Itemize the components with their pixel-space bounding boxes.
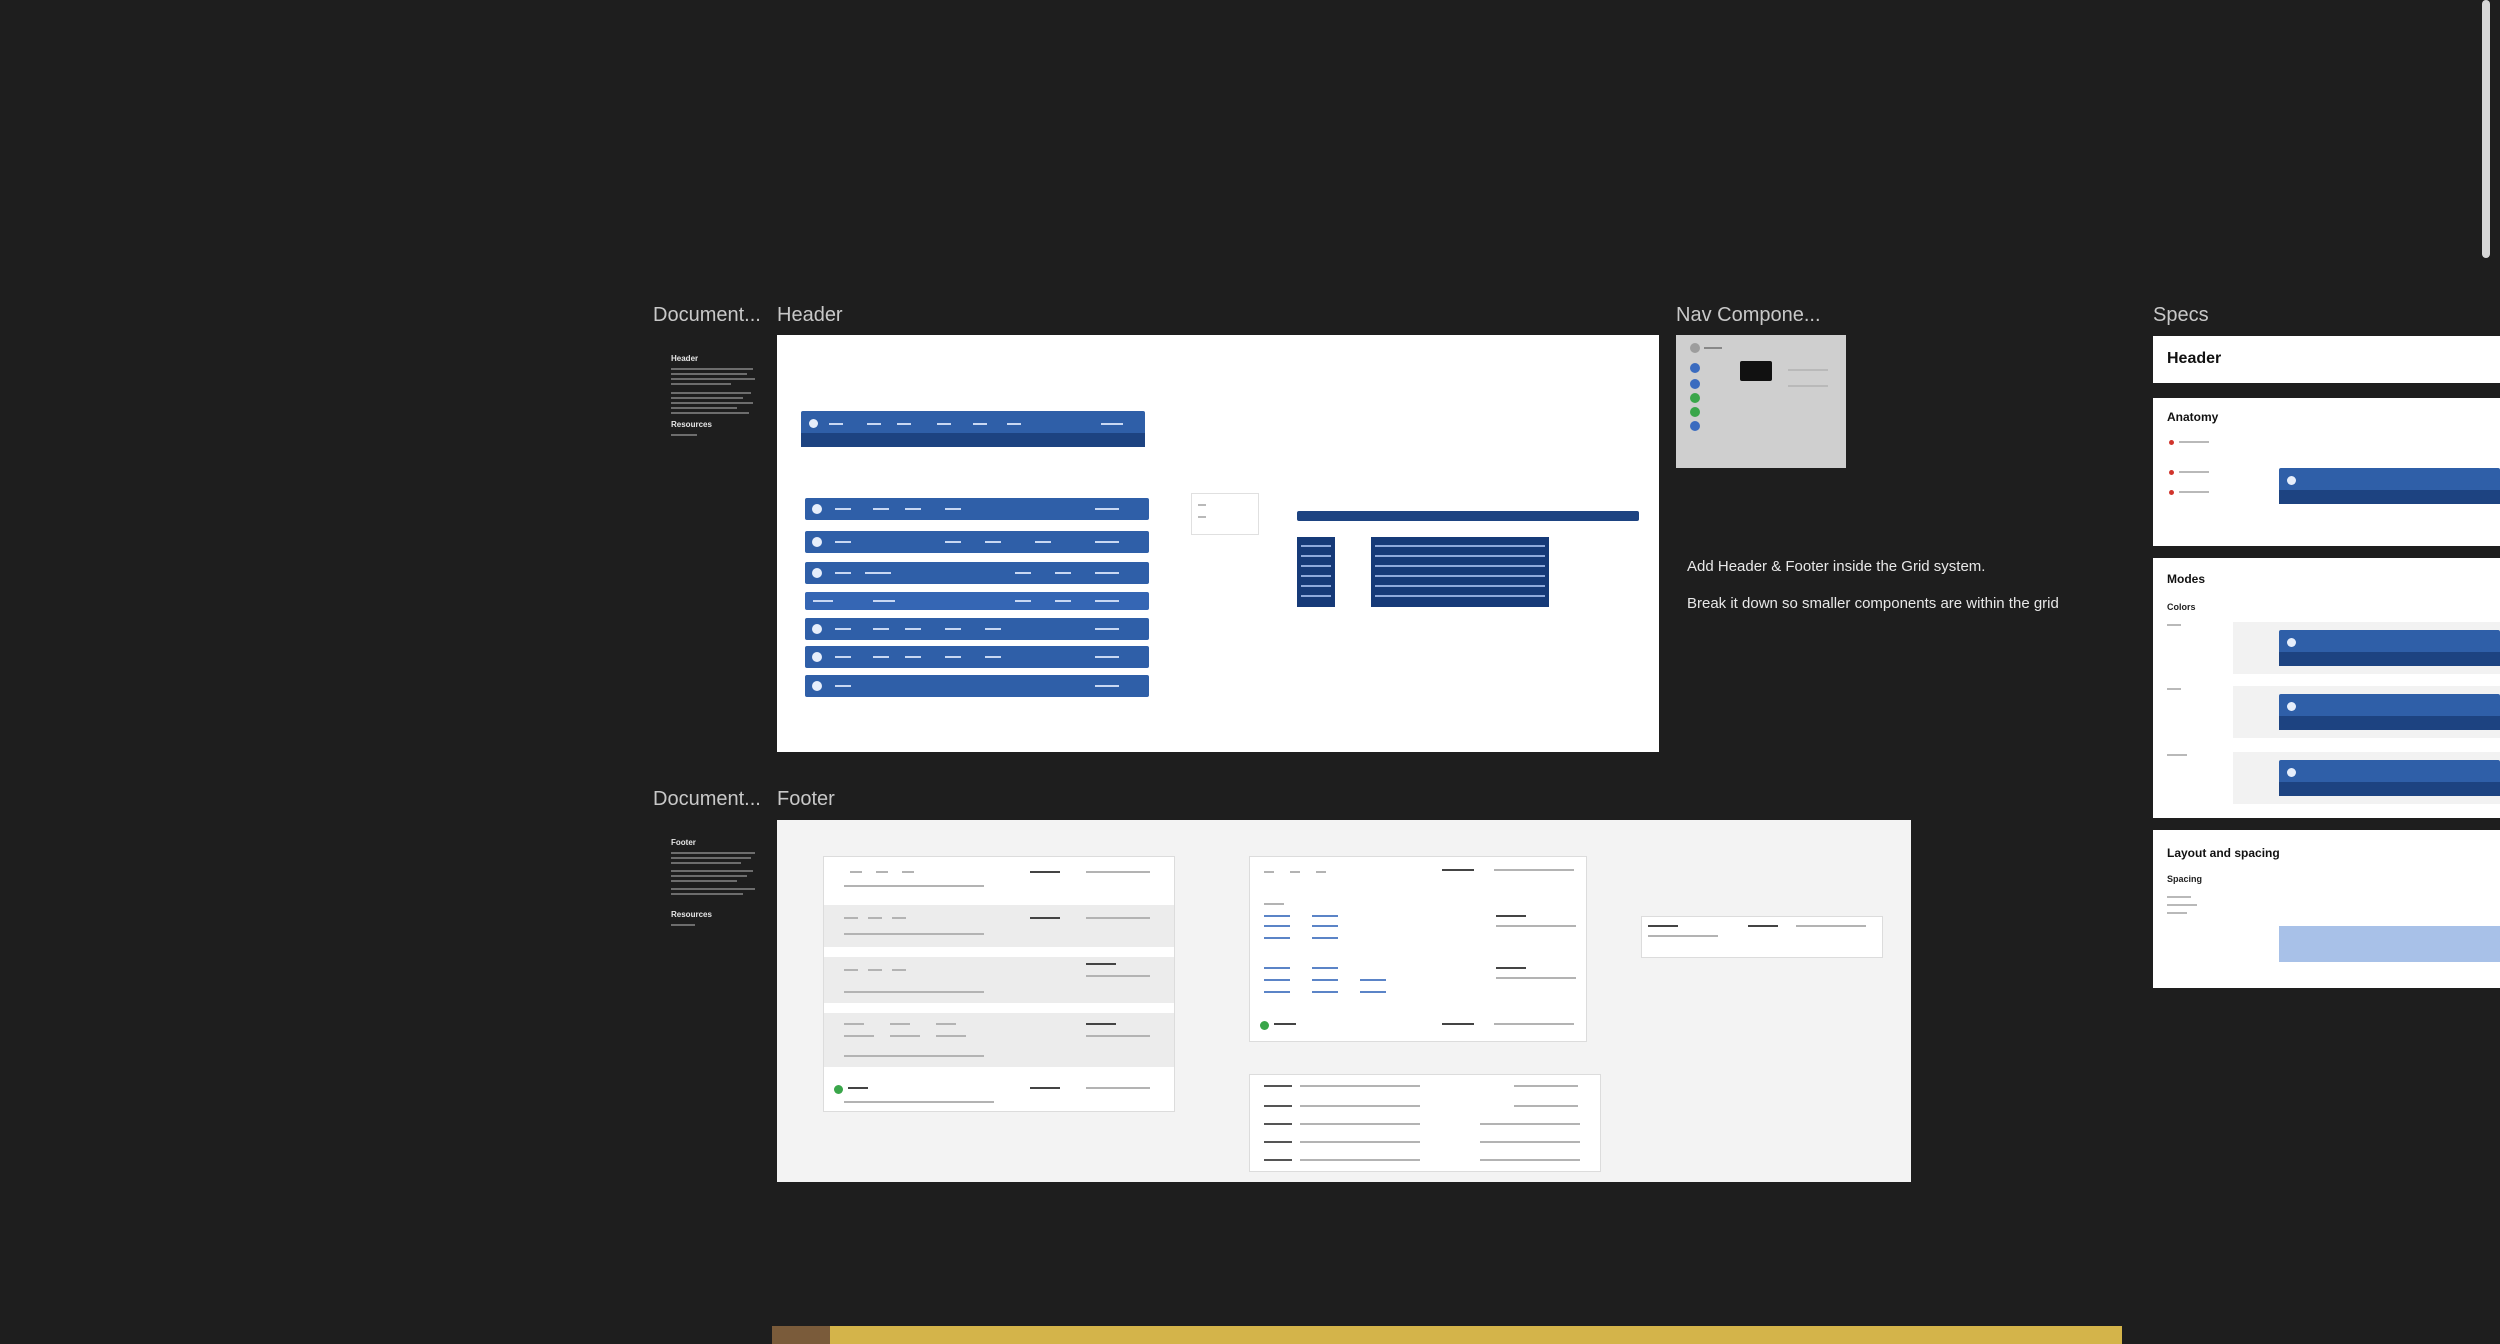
doc-line xyxy=(671,893,743,895)
header-variant-6 xyxy=(805,646,1149,668)
footer-variant-stack xyxy=(823,856,1175,1112)
header-small-card xyxy=(1191,493,1259,535)
doc-panel-footer-resources: Resources xyxy=(671,910,712,919)
note-line-2[interactable]: Break it down so smaller components are … xyxy=(1687,595,2059,612)
spec-card-modes[interactable]: Modes Colors xyxy=(2153,558,2500,818)
doc-panel-footer[interactable]: Footer Resources xyxy=(663,830,773,940)
nav-component-frame[interactable] xyxy=(1676,335,1846,468)
check-circle-icon xyxy=(1690,407,1700,417)
header-dropdown-small xyxy=(1297,537,1335,607)
spec-anatomy-title: Anatomy xyxy=(2167,410,2219,424)
doc-panel-header[interactable]: Header Resources xyxy=(663,346,773,456)
anatomy-nav-preview xyxy=(2279,468,2500,504)
doc-line xyxy=(671,412,749,414)
spec-card-header[interactable]: Header xyxy=(2153,336,2500,383)
frame-label-specs[interactable]: Specs xyxy=(2153,304,2209,327)
doc-line xyxy=(671,392,751,394)
frame-label-header[interactable]: Header xyxy=(777,304,843,327)
doc-line xyxy=(671,368,753,370)
spacing-nav-preview xyxy=(2279,926,2500,962)
bottom-toolbar[interactable] xyxy=(772,1326,2122,1344)
doc-panel-header-title: Header xyxy=(671,354,699,363)
doc-line xyxy=(671,924,695,926)
status-check-icon xyxy=(1260,1021,1269,1030)
header-variant-5 xyxy=(805,618,1149,640)
doc-line xyxy=(671,852,755,854)
header-variant-1 xyxy=(805,498,1149,520)
mode-dark-nav xyxy=(2279,694,2500,730)
spec-spacing-label: Spacing xyxy=(2167,874,2203,884)
doc-panel-header-resources: Resources xyxy=(671,420,712,429)
frame-label-doc-footer[interactable]: Document... xyxy=(653,788,761,811)
header-variant-3 xyxy=(805,562,1149,584)
frame-label-nav-component[interactable]: Nav Compone... xyxy=(1676,304,1821,327)
mode-light-nav xyxy=(2279,630,2500,666)
frame-label-doc-header[interactable]: Document... xyxy=(653,304,761,327)
footer-variant-legal xyxy=(1249,1074,1601,1172)
doc-line xyxy=(671,397,743,399)
doc-line xyxy=(671,402,753,404)
doc-line xyxy=(671,875,747,877)
vertical-scrollbar[interactable] xyxy=(2482,0,2490,258)
check-circle-icon xyxy=(1690,421,1700,431)
header-nav-preview xyxy=(801,411,1145,447)
header-dropdown-mega xyxy=(1371,537,1549,607)
status-check-icon xyxy=(834,1085,843,1094)
header-variant-4 xyxy=(805,592,1149,610)
spec-card-anatomy[interactable]: Anatomy xyxy=(2153,398,2500,546)
spec-card-layout[interactable]: Layout and spacing Spacing xyxy=(2153,830,2500,988)
marker-icon xyxy=(2169,490,2174,495)
user-badge-icon xyxy=(1740,361,1772,381)
doc-line xyxy=(671,870,753,872)
note-line-1[interactable]: Add Header & Footer inside the Grid syst… xyxy=(1687,558,1985,575)
doc-line xyxy=(671,888,755,890)
doc-line xyxy=(671,407,737,409)
doc-line xyxy=(671,862,741,864)
doc-line xyxy=(671,880,737,882)
check-circle-icon xyxy=(1690,379,1700,389)
marker-icon xyxy=(2169,440,2174,445)
doc-line xyxy=(671,857,751,859)
frame-label-footer[interactable]: Footer xyxy=(777,788,835,811)
check-circle-icon xyxy=(1690,363,1700,373)
check-circle-icon xyxy=(1690,343,1700,353)
marker-icon xyxy=(2169,470,2174,475)
footer-variant-compact xyxy=(1641,916,1883,958)
footer-frame[interactable] xyxy=(777,820,1911,1182)
spec-header-title: Header xyxy=(2167,350,2222,367)
doc-line xyxy=(671,373,747,375)
spec-colors-label: Colors xyxy=(2167,602,2196,612)
header-variant-2 xyxy=(805,531,1149,553)
doc-line xyxy=(671,378,755,380)
check-circle-icon xyxy=(1690,393,1700,403)
mode-third-nav xyxy=(2279,760,2500,796)
header-frame[interactable] xyxy=(777,335,1659,752)
doc-line xyxy=(671,383,731,385)
spec-modes-title: Modes xyxy=(2167,572,2206,586)
header-variant-7 xyxy=(805,675,1149,697)
header-mega-nav xyxy=(1297,511,1639,521)
spec-layout-title: Layout and spacing xyxy=(2167,846,2280,860)
footer-variant-links xyxy=(1249,856,1587,1042)
doc-line xyxy=(671,434,697,436)
bottom-toolbar-tab[interactable] xyxy=(772,1326,830,1344)
doc-panel-footer-title: Footer xyxy=(671,838,696,847)
